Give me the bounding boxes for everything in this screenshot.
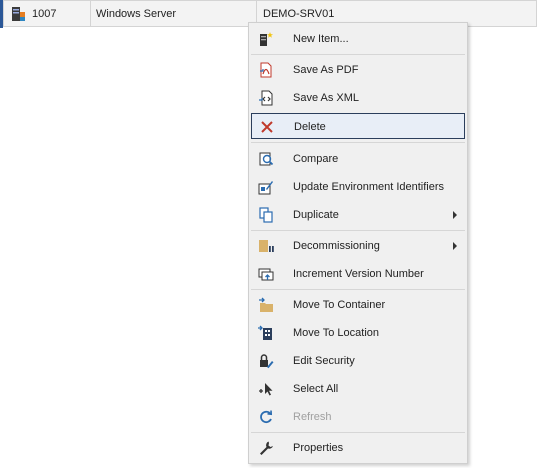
submenu-arrow-icon bbox=[453, 211, 457, 219]
menu-item-label: New Item... bbox=[293, 33, 349, 45]
menu-item-increment-version-number[interactable]: Increment Version Number bbox=[251, 261, 465, 287]
menu-item-refresh[interactable]: Refresh bbox=[251, 404, 465, 430]
menu-item-decommissioning[interactable]: Decommissioning bbox=[251, 233, 465, 259]
menu-item-label: Delete bbox=[294, 121, 326, 133]
menu-item-label: Save As XML bbox=[293, 92, 360, 104]
xml-icon bbox=[259, 90, 273, 106]
menu-item-move-to-container[interactable]: Move To Container bbox=[251, 292, 465, 318]
menu-item-save-as-pdf[interactable]: Save As PDF bbox=[251, 57, 465, 83]
pdf-icon bbox=[260, 62, 272, 78]
menu-separator bbox=[251, 54, 465, 55]
menu-item-select-all[interactable]: Select All bbox=[251, 376, 465, 402]
menu-item-label: Save As PDF bbox=[293, 64, 359, 76]
decommission-icon bbox=[259, 240, 274, 252]
menu-separator bbox=[251, 289, 465, 290]
menu-separator bbox=[251, 230, 465, 231]
menu-item-new-item[interactable]: New Item... bbox=[251, 26, 465, 52]
menu-item-edit-security[interactable]: Edit Security bbox=[251, 348, 465, 374]
menu-item-label: Decommissioning bbox=[293, 240, 380, 252]
move-location-icon bbox=[258, 325, 272, 340]
refresh-icon bbox=[260, 410, 273, 424]
compare-icon bbox=[259, 152, 274, 166]
security-icon bbox=[260, 354, 274, 369]
menu-item-label: Edit Security bbox=[293, 355, 355, 367]
select-all-icon bbox=[259, 383, 273, 396]
menu-item-update-environment-identifiers[interactable]: Update Environment Identifiers bbox=[251, 174, 465, 200]
menu-item-label: Compare bbox=[293, 153, 339, 165]
wrench-icon bbox=[260, 441, 273, 455]
cell-name-text: DEMO-SRV01 bbox=[263, 7, 335, 20]
menu-item-label: Move To Container bbox=[293, 299, 386, 311]
menu-item-label: Refresh bbox=[293, 411, 332, 423]
menu-item-duplicate[interactable]: Duplicate bbox=[251, 202, 465, 228]
menu-item-label: Duplicate bbox=[293, 209, 339, 221]
menu-item-save-as-xml[interactable]: Save As XML bbox=[251, 85, 465, 111]
move-container-icon bbox=[259, 297, 273, 312]
delete-icon bbox=[261, 121, 273, 133]
menu-item-label: Properties bbox=[293, 442, 344, 454]
menu-separator bbox=[251, 142, 465, 143]
duplicate-icon bbox=[259, 207, 273, 223]
cell-id-text: 1007 bbox=[32, 7, 57, 20]
menu-item-label: Select All bbox=[293, 383, 339, 395]
menu-separator bbox=[251, 432, 465, 433]
menu-item-label: Update Environment Identifiers bbox=[293, 181, 445, 193]
server-icon bbox=[12, 6, 25, 21]
menu-item-move-to-location[interactable]: Move To Location bbox=[251, 320, 465, 346]
menu-item-delete[interactable]: Delete bbox=[251, 113, 465, 139]
menu-item-label: Increment Version Number bbox=[293, 268, 424, 280]
update-identifiers-icon bbox=[258, 181, 273, 195]
increment-version-icon bbox=[258, 268, 274, 281]
context-menu: New Item... Save As PDF Save As XML Dele… bbox=[248, 22, 468, 464]
cell-type-text: Windows Server bbox=[96, 7, 177, 20]
menu-item-compare[interactable]: Compare bbox=[251, 146, 465, 172]
menu-item-label: Move To Location bbox=[293, 327, 380, 339]
cell-type[interactable]: Windows Server bbox=[90, 0, 257, 27]
cell-id[interactable]: 1007 bbox=[3, 0, 91, 27]
menu-item-properties[interactable]: Properties bbox=[251, 435, 465, 461]
submenu-arrow-icon bbox=[453, 242, 457, 250]
new-item-icon bbox=[260, 32, 273, 46]
